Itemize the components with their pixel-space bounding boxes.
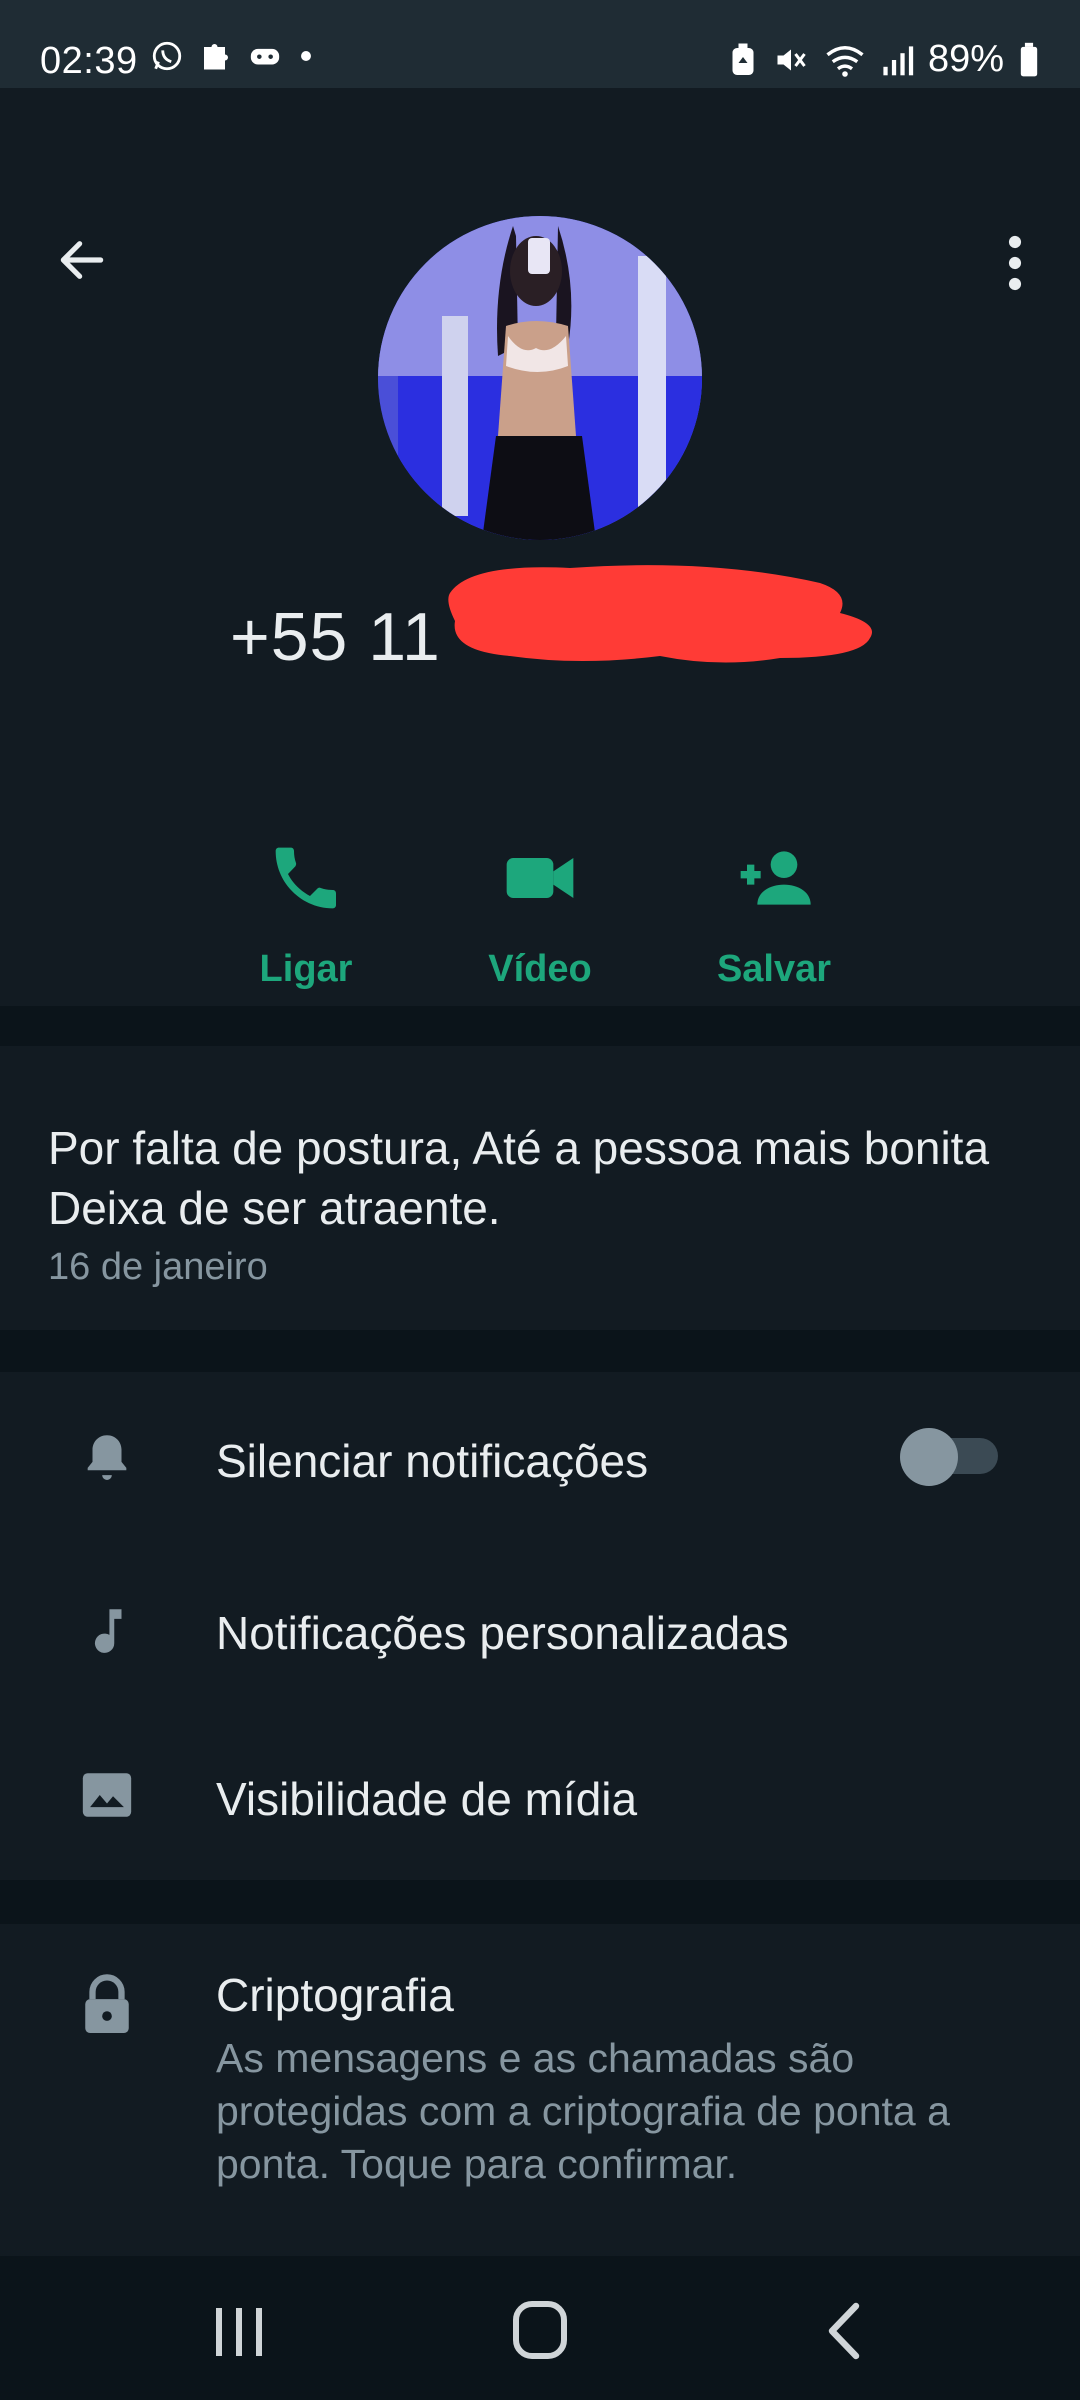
mute-notifications-label: Silenciar notificações (216, 1435, 649, 1487)
bell-icon (87, 1435, 127, 1480)
encryption-description: As mensagens e as chamadas são protegida… (216, 2035, 950, 2187)
video-camera-icon (506, 858, 574, 898)
chevron-left-icon (828, 2302, 860, 2360)
whatsapp-icon (152, 41, 182, 71)
status-time: 02:39 (40, 40, 138, 82)
contact-phone-number: +55 11 (230, 599, 441, 675)
toggle-thumb (900, 1428, 958, 1486)
music-note-icon (94, 1609, 122, 1653)
encryption-section[interactable]: Criptografia As mensagens e as chamadas … (0, 1924, 1080, 2256)
about-text: Por falta de postura, Até a pessoa mais … (48, 1122, 990, 1234)
home-icon (513, 2301, 567, 2359)
back-nav-button[interactable] (808, 2296, 888, 2366)
gamepad-icon (250, 48, 280, 65)
call-button[interactable]: Ligar (206, 838, 406, 1038)
profile-header: +55 11 Ligar Vídeo Salvar (0, 88, 1080, 1006)
lock-icon (85, 1974, 129, 2033)
battery-saver-icon (732, 43, 754, 75)
puzzle-icon (204, 44, 228, 70)
recent-apps-icon (216, 2308, 262, 2356)
custom-notifications-label: Notificações personalizadas (216, 1607, 789, 1659)
call-label: Ligar (259, 948, 353, 990)
about-section[interactable]: Por falta de postura, Até a pessoa mais … (0, 1046, 1080, 1330)
about-date: 16 de janeiro (48, 1246, 268, 1288)
more-options-button[interactable] (990, 228, 1040, 298)
signal-icon (883, 45, 914, 75)
mute-notifications-toggle[interactable] (900, 1428, 1000, 1486)
save-contact-button[interactable]: Salvar (674, 838, 874, 1038)
media-visibility-label: Visibilidade de mídia (216, 1773, 638, 1825)
avatar[interactable] (378, 216, 702, 540)
video-call-button[interactable]: Vídeo (440, 838, 640, 1038)
encryption-title: Criptografia (216, 1969, 454, 2021)
recent-apps-button[interactable] (200, 2296, 280, 2366)
media-visibility-row[interactable]: Visibilidade de mídia (0, 1708, 1080, 1848)
notification-icons (150, 38, 316, 74)
mute-icon (777, 49, 806, 70)
save-label: Salvar (716, 948, 832, 990)
custom-notifications-row[interactable]: Notificações personalizadas (0, 1542, 1080, 1682)
mute-notifications-row[interactable]: Silenciar notificações (0, 1372, 1080, 1512)
system-navigation-bar (0, 2256, 1080, 2400)
dot-icon (301, 51, 311, 61)
status-bar: 02:39 89% (0, 0, 1080, 88)
avatar-photo (378, 216, 702, 540)
phone-icon (275, 847, 336, 909)
wifi-icon (826, 45, 864, 77)
battery-icon (1020, 42, 1038, 76)
home-button[interactable] (500, 2296, 580, 2366)
contact-actions: Ligar Vídeo Salvar (0, 838, 1080, 1038)
notification-settings: Silenciar notificações Notificações pers… (0, 1372, 1080, 1880)
redaction-scribble (448, 565, 872, 663)
system-icons: 89% (728, 38, 1040, 81)
back-button[interactable] (50, 228, 120, 298)
video-label: Vídeo (488, 948, 592, 990)
arrow-back-icon (60, 241, 104, 279)
battery-percentage: 89% (927, 38, 1004, 80)
add-person-icon (740, 851, 811, 905)
more-vert-icon (1008, 235, 1022, 291)
image-icon (82, 1773, 132, 1817)
